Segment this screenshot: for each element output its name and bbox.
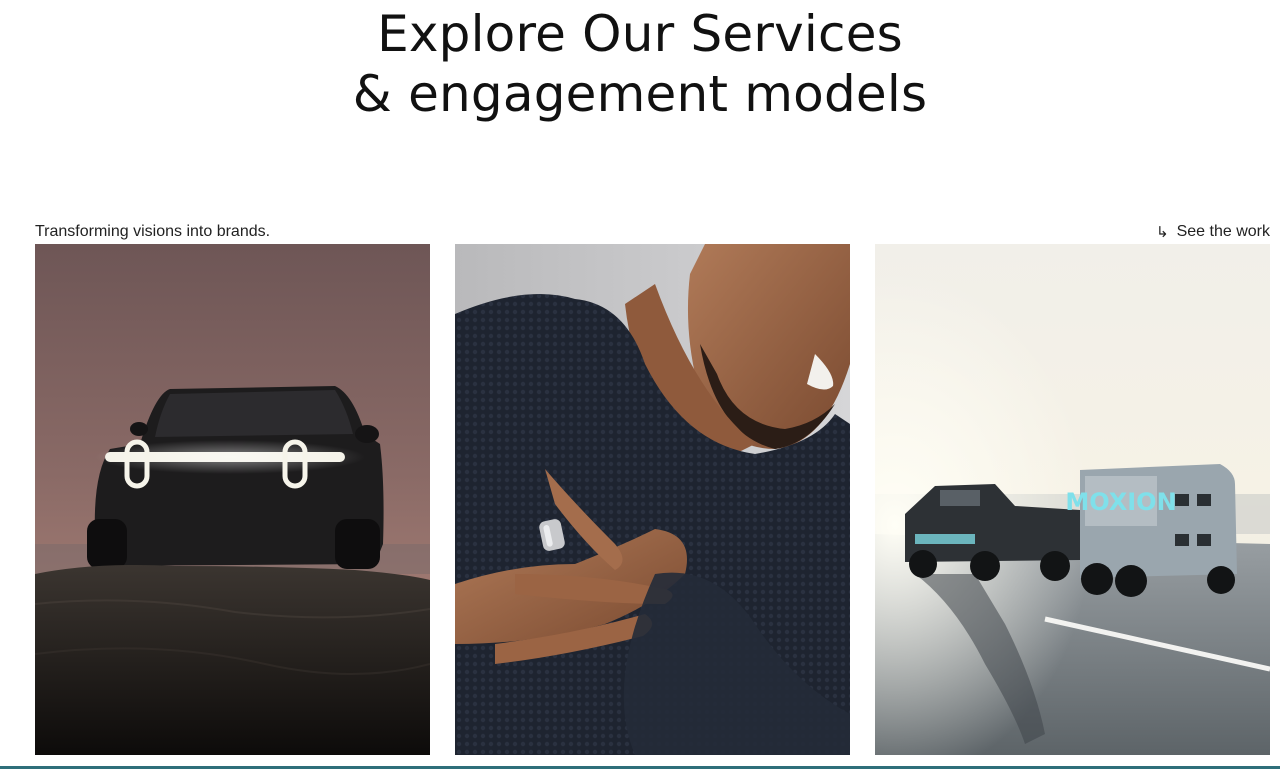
- see-the-work-label: See the work: [1176, 223, 1270, 240]
- return-arrow-icon: ↳: [1156, 223, 1169, 241]
- pickup-towing-trailer-image: MOXION: [875, 244, 1270, 755]
- page: Explore Our Services & engagement models…: [0, 0, 1280, 769]
- page-title-line-1: Explore Our Services: [377, 4, 903, 63]
- truck-at-dusk-image: [35, 244, 430, 755]
- portfolio-tile-trailer[interactable]: MOXION: [875, 244, 1270, 755]
- see-the-work-link[interactable]: ↳ See the work: [1156, 222, 1270, 242]
- section-tagline: Transforming visions into brands.: [35, 223, 271, 240]
- page-title-line-2: & engagement models: [352, 64, 928, 123]
- portfolio-tile-truck[interactable]: [35, 244, 430, 755]
- trailer-brand-text: MOXION: [1065, 488, 1176, 516]
- page-title: Explore Our Services & engagement models: [0, 4, 1280, 124]
- portfolio-tile-ring[interactable]: [455, 244, 850, 755]
- man-with-smart-ring-image: [455, 244, 850, 755]
